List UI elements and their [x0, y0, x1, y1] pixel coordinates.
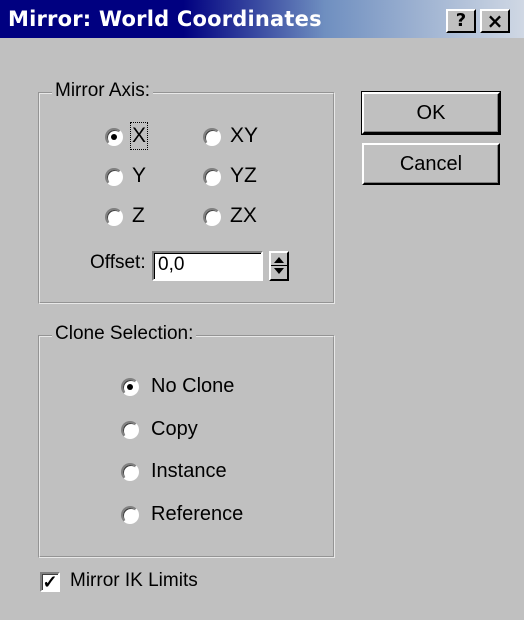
copy-label[interactable]: Copy	[151, 418, 198, 441]
axis-y-radio[interactable]	[105, 168, 123, 186]
reference-label[interactable]: Reference	[151, 503, 243, 526]
spinner-up-icon[interactable]	[274, 257, 284, 263]
axis-x-radio[interactable]	[105, 128, 123, 146]
axis-xy-label[interactable]: XY	[230, 124, 258, 148]
no-clone-label[interactable]: No Clone	[151, 375, 234, 398]
axis-zx-label[interactable]: ZX	[230, 204, 257, 228]
spinner-divider	[271, 265, 287, 266]
axis-z-radio[interactable]	[105, 208, 123, 226]
clone-selection-label: Clone Selection:	[52, 323, 197, 345]
window-title: Mirror: World Coordinates	[8, 7, 322, 31]
offset-input[interactable]: 0,0	[152, 251, 263, 281]
axis-xy-radio[interactable]	[203, 128, 221, 146]
copy-radio[interactable]	[121, 421, 139, 439]
axis-y-label[interactable]: Y	[132, 164, 146, 188]
mirror-ik-checkbox[interactable]: ✓	[40, 572, 60, 592]
close-button[interactable]: ×	[480, 9, 510, 33]
mirror-ik-label[interactable]: Mirror IK Limits	[70, 570, 198, 592]
spinner-down-icon[interactable]	[274, 268, 284, 274]
cancel-button[interactable]: Cancel	[362, 143, 500, 185]
axis-x-label[interactable]: X	[129, 122, 149, 150]
axis-zx-radio[interactable]	[203, 208, 221, 226]
instance-label[interactable]: Instance	[151, 460, 227, 483]
instance-radio[interactable]	[121, 463, 139, 481]
axis-z-label[interactable]: Z	[132, 204, 145, 228]
offset-label: Offset:	[90, 252, 146, 273]
axis-yz-radio[interactable]	[203, 168, 221, 186]
ok-button[interactable]: OK	[361, 91, 501, 135]
reference-radio[interactable]	[121, 506, 139, 524]
mirror-axis-label: Mirror Axis:	[52, 80, 153, 102]
axis-yz-label[interactable]: YZ	[230, 164, 257, 188]
help-button[interactable]: ?	[446, 9, 476, 33]
no-clone-radio[interactable]	[121, 378, 139, 396]
title-bar[interactable]: Mirror: World Coordinates ? ×	[0, 0, 524, 38]
offset-spinner[interactable]	[269, 251, 289, 281]
